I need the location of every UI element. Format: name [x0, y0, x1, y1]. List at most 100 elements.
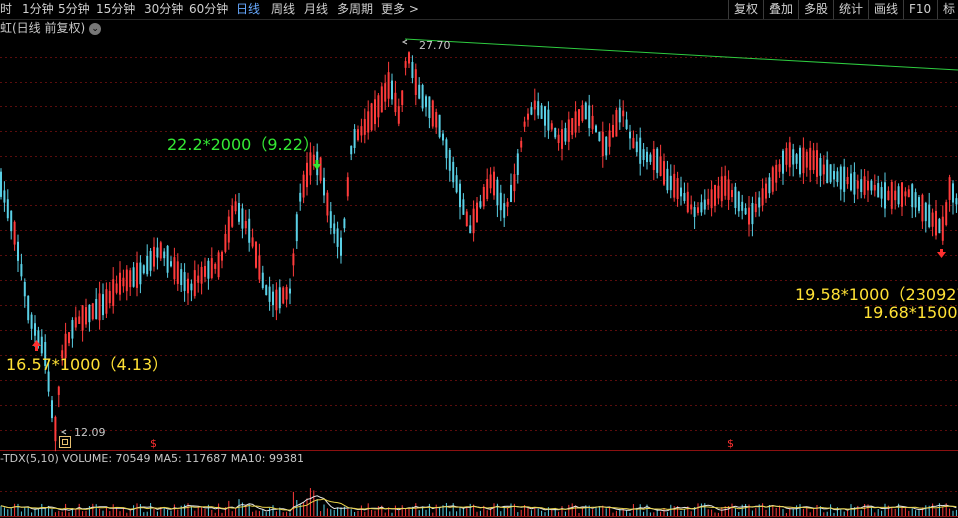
candle-body	[652, 148, 655, 171]
candle-body	[122, 277, 125, 287]
signal-marker: $	[150, 437, 157, 450]
candle-body	[884, 182, 886, 209]
candle-body	[571, 118, 574, 135]
candle-body	[550, 123, 553, 130]
candle-body	[129, 270, 132, 288]
candle-body	[27, 295, 30, 321]
candle-body	[816, 150, 818, 177]
candle-body	[275, 289, 278, 311]
candle-body	[105, 289, 108, 314]
candle-body	[125, 269, 128, 292]
candle-body	[914, 192, 917, 208]
candle-body	[438, 114, 441, 138]
candle-body	[289, 288, 291, 294]
candle-body	[717, 185, 720, 199]
candle-body	[54, 416, 57, 442]
candle-body	[6, 199, 9, 219]
candle-body	[955, 198, 958, 205]
candle-body	[812, 150, 815, 170]
candle-body	[646, 151, 648, 163]
candle-body	[81, 305, 84, 331]
candle-body	[493, 171, 495, 196]
candle-body	[642, 149, 645, 160]
candle-body	[921, 194, 924, 222]
candle-body	[771, 167, 774, 192]
candle-body	[697, 207, 699, 213]
candle-body	[788, 142, 791, 168]
candle-body	[367, 111, 370, 133]
ma10-value: MA10: 99381	[230, 452, 304, 465]
candle-body	[336, 228, 339, 247]
candle-body	[503, 203, 506, 218]
low-marker-icon	[59, 436, 71, 448]
candle-body	[227, 216, 230, 243]
candle-body	[533, 100, 536, 110]
candle-body	[782, 150, 784, 174]
candle-body	[380, 86, 383, 113]
candle-body	[649, 154, 652, 162]
volume-indicator-name[interactable]: -TDX(5,10)	[0, 452, 59, 465]
candle-body	[102, 294, 104, 316]
candle-body	[353, 129, 356, 148]
candle-body	[938, 218, 941, 234]
candle-body	[775, 164, 778, 183]
candle-body	[401, 90, 404, 106]
candle-body	[13, 221, 16, 245]
candle-body	[880, 187, 883, 199]
candle-body	[887, 190, 890, 201]
candle-body	[462, 199, 465, 215]
candle-body	[690, 204, 693, 210]
candle-body	[530, 107, 533, 115]
candle-body	[397, 106, 400, 124]
candle-body	[703, 199, 706, 210]
candle-body	[244, 221, 247, 229]
candle-body	[465, 211, 468, 227]
candle-body	[693, 207, 696, 217]
candle-body	[499, 192, 502, 211]
candle-body	[200, 266, 203, 284]
candle-body	[663, 161, 665, 185]
candle-body	[608, 130, 611, 147]
candle-body	[115, 283, 118, 293]
candle-body	[418, 84, 421, 99]
candle-body	[870, 180, 873, 191]
candle-body	[295, 214, 298, 242]
candle-body	[584, 102, 587, 120]
candle-body	[907, 189, 910, 198]
candle-body	[710, 189, 713, 209]
candle-body	[557, 134, 560, 144]
candle-body	[819, 157, 822, 176]
candle-body	[527, 113, 529, 120]
high-pointer-icon	[401, 39, 408, 45]
candle-body	[931, 212, 934, 227]
candle-body	[159, 242, 162, 259]
candle-body	[639, 137, 642, 164]
candle-body	[0, 171, 2, 197]
candle-body	[911, 184, 914, 208]
candle-body	[3, 190, 6, 203]
candle-body	[540, 105, 543, 119]
candle-body	[207, 260, 210, 279]
candle-body	[836, 171, 839, 183]
candle-body	[537, 101, 540, 116]
candle-body	[435, 112, 438, 128]
candle-body	[846, 176, 849, 185]
candle-body	[472, 208, 475, 234]
candle-body	[278, 287, 281, 309]
candle-body	[197, 275, 200, 283]
candle-body	[659, 156, 662, 176]
candle-body	[901, 182, 903, 207]
candle-body	[564, 128, 567, 142]
candle-body	[588, 105, 591, 129]
candle-body	[217, 252, 220, 278]
candle-body	[856, 180, 859, 189]
low-price-label: 12.09	[74, 426, 106, 439]
candle-body	[71, 320, 74, 339]
candle-body	[547, 109, 550, 131]
candle-body	[476, 202, 478, 223]
candle-body	[78, 316, 81, 324]
candle-body	[506, 201, 509, 207]
candle-body	[425, 96, 427, 108]
candle-body	[618, 107, 621, 123]
candle-body	[411, 61, 414, 78]
